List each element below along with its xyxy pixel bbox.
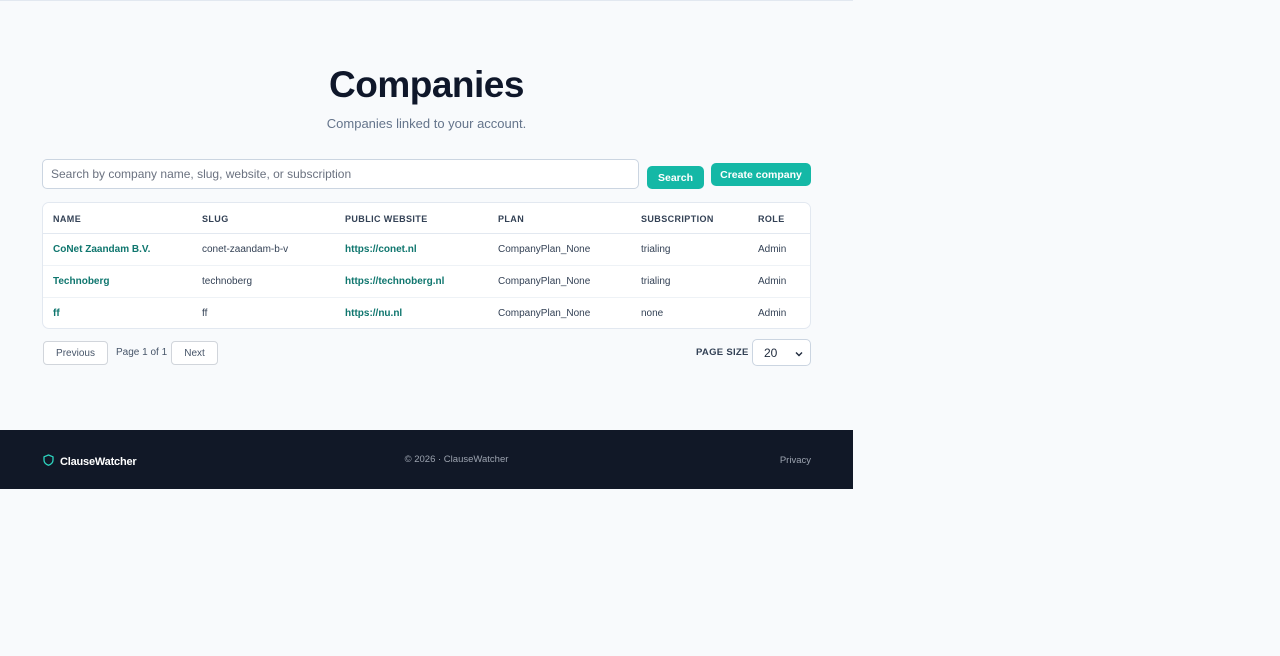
table-row: ff ff https://nu.nl CompanyPlan_None non… [43,298,810,328]
company-subscription: none [641,308,664,319]
page-subtitle: Companies linked to your account. [326,116,527,131]
company-website-link[interactable]: https://technoberg.nl [345,276,444,287]
company-plan: CompanyPlan_None [498,276,591,287]
search-input[interactable] [42,159,639,189]
previous-page-button[interactable]: Previous [43,341,108,365]
search-button[interactable]: Search [647,166,704,189]
table-header: NAME SLUG PUBLIC WEBSITE PLAN SUBSCRIPTI… [43,203,810,234]
column-header-subscription: SUBSCRIPTION [641,214,714,224]
column-header-public-website: PUBLIC WEBSITE [345,214,428,224]
chevron-down-icon [795,347,803,361]
company-role: Admin [758,244,787,255]
company-plan: CompanyPlan_None [498,308,591,319]
column-header-slug: SLUG [202,214,229,224]
company-subscription: trialing [641,244,671,255]
column-header-name: NAME [53,214,82,224]
company-slug: conet-zaandam-b-v [202,244,289,255]
create-company-button[interactable]: Create company [711,163,811,186]
company-website-link[interactable]: https://conet.nl [345,244,417,255]
company-role: Admin [758,276,787,287]
site-footer: ClauseWatcher © 2026 · ClauseWatcher Pri… [0,430,853,489]
companies-table: NAME SLUG PUBLIC WEBSITE PLAN SUBSCRIPTI… [42,202,811,329]
company-name-link[interactable]: ff [53,308,60,319]
page-title: Companies [329,64,524,105]
top-divider [0,0,853,1]
company-name-link[interactable]: CoNet Zaandam B.V. [53,244,150,255]
next-page-button[interactable]: Next [171,341,218,365]
company-subscription: trialing [641,276,671,287]
page-indicator: Page 1 of 1 [116,347,168,358]
company-website-link[interactable]: https://nu.nl [345,308,402,319]
table-row: Technoberg technoberg https://technoberg… [43,266,810,298]
company-slug: ff [202,308,208,319]
column-header-role: ROLE [758,214,785,224]
company-plan: CompanyPlan_None [498,244,591,255]
company-slug: technoberg [202,276,253,287]
privacy-link[interactable]: Privacy [780,455,811,466]
table-row: CoNet Zaandam B.V. conet-zaandam-b-v htt… [43,234,810,266]
copyright-text: © 2026 · ClauseWatcher [404,454,509,465]
page: Companies Companies linked to your accou… [0,0,1280,656]
company-name-link[interactable]: Technoberg [53,276,109,287]
column-header-plan: PLAN [498,214,525,224]
page-size-label: PAGE SIZE [696,347,749,358]
page-size-select[interactable]: 20 [752,339,811,366]
page-size-value: 20 [764,346,778,360]
company-role: Admin [758,308,787,319]
